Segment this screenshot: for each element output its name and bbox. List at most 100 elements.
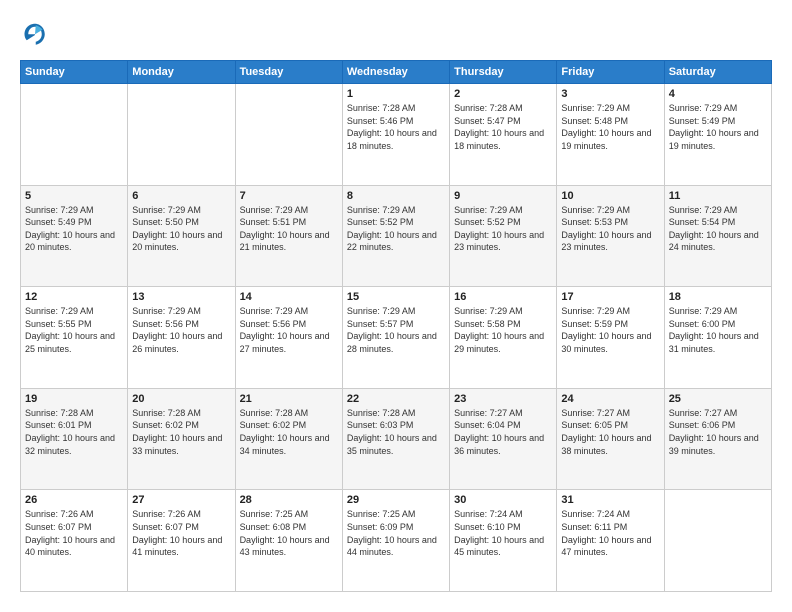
calendar-cell: 12 Sunrise: 7:29 AM Sunset: 5:55 PM Dayl… — [21, 287, 128, 389]
day-info: Sunrise: 7:25 AM Sunset: 6:09 PM Dayligh… — [347, 508, 445, 558]
day-info: Sunrise: 7:29 AM Sunset: 5:52 PM Dayligh… — [347, 204, 445, 254]
day-info: Sunrise: 7:29 AM Sunset: 5:52 PM Dayligh… — [454, 204, 552, 254]
week-row-1: 1 Sunrise: 7:28 AM Sunset: 5:46 PM Dayli… — [21, 84, 772, 186]
day-number: 15 — [347, 291, 445, 303]
day-info: Sunrise: 7:29 AM Sunset: 5:49 PM Dayligh… — [669, 102, 767, 152]
calendar-cell: 20 Sunrise: 7:28 AM Sunset: 6:02 PM Dayl… — [128, 388, 235, 490]
day-header-sunday: Sunday — [21, 61, 128, 84]
day-number: 18 — [669, 291, 767, 303]
day-number: 6 — [132, 190, 230, 202]
calendar-cell — [128, 84, 235, 186]
week-row-2: 5 Sunrise: 7:29 AM Sunset: 5:49 PM Dayli… — [21, 185, 772, 287]
day-info: Sunrise: 7:27 AM Sunset: 6:06 PM Dayligh… — [669, 407, 767, 457]
day-number: 29 — [347, 494, 445, 506]
day-header-tuesday: Tuesday — [235, 61, 342, 84]
calendar-cell: 28 Sunrise: 7:25 AM Sunset: 6:08 PM Dayl… — [235, 490, 342, 592]
day-info: Sunrise: 7:25 AM Sunset: 6:08 PM Dayligh… — [240, 508, 338, 558]
page: SundayMondayTuesdayWednesdayThursdayFrid… — [0, 0, 792, 612]
calendar-cell: 21 Sunrise: 7:28 AM Sunset: 6:02 PM Dayl… — [235, 388, 342, 490]
day-info: Sunrise: 7:28 AM Sunset: 6:01 PM Dayligh… — [25, 407, 123, 457]
day-info: Sunrise: 7:28 AM Sunset: 5:46 PM Dayligh… — [347, 102, 445, 152]
day-info: Sunrise: 7:29 AM Sunset: 5:53 PM Dayligh… — [561, 204, 659, 254]
calendar-cell: 4 Sunrise: 7:29 AM Sunset: 5:49 PM Dayli… — [664, 84, 771, 186]
calendar-cell: 25 Sunrise: 7:27 AM Sunset: 6:06 PM Dayl… — [664, 388, 771, 490]
day-number: 22 — [347, 393, 445, 405]
day-info: Sunrise: 7:29 AM Sunset: 5:55 PM Dayligh… — [25, 305, 123, 355]
day-info: Sunrise: 7:27 AM Sunset: 6:04 PM Dayligh… — [454, 407, 552, 457]
day-info: Sunrise: 7:27 AM Sunset: 6:05 PM Dayligh… — [561, 407, 659, 457]
day-info: Sunrise: 7:24 AM Sunset: 6:10 PM Dayligh… — [454, 508, 552, 558]
calendar-cell: 5 Sunrise: 7:29 AM Sunset: 5:49 PM Dayli… — [21, 185, 128, 287]
day-info: Sunrise: 7:26 AM Sunset: 6:07 PM Dayligh… — [25, 508, 123, 558]
day-info: Sunrise: 7:29 AM Sunset: 5:57 PM Dayligh… — [347, 305, 445, 355]
day-number: 4 — [669, 88, 767, 100]
week-row-3: 12 Sunrise: 7:29 AM Sunset: 5:55 PM Dayl… — [21, 287, 772, 389]
day-info: Sunrise: 7:28 AM Sunset: 5:47 PM Dayligh… — [454, 102, 552, 152]
day-info: Sunrise: 7:29 AM Sunset: 5:56 PM Dayligh… — [132, 305, 230, 355]
calendar-cell: 22 Sunrise: 7:28 AM Sunset: 6:03 PM Dayl… — [342, 388, 449, 490]
day-number: 7 — [240, 190, 338, 202]
day-header-friday: Friday — [557, 61, 664, 84]
day-number: 26 — [25, 494, 123, 506]
day-info: Sunrise: 7:29 AM Sunset: 6:00 PM Dayligh… — [669, 305, 767, 355]
day-number: 2 — [454, 88, 552, 100]
calendar-cell: 23 Sunrise: 7:27 AM Sunset: 6:04 PM Dayl… — [450, 388, 557, 490]
day-info: Sunrise: 7:24 AM Sunset: 6:11 PM Dayligh… — [561, 508, 659, 558]
calendar-cell: 14 Sunrise: 7:29 AM Sunset: 5:56 PM Dayl… — [235, 287, 342, 389]
day-info: Sunrise: 7:28 AM Sunset: 6:02 PM Dayligh… — [132, 407, 230, 457]
day-number: 5 — [25, 190, 123, 202]
calendar-cell: 15 Sunrise: 7:29 AM Sunset: 5:57 PM Dayl… — [342, 287, 449, 389]
day-number: 3 — [561, 88, 659, 100]
day-number: 28 — [240, 494, 338, 506]
day-info: Sunrise: 7:29 AM Sunset: 5:56 PM Dayligh… — [240, 305, 338, 355]
calendar-cell: 18 Sunrise: 7:29 AM Sunset: 6:00 PM Dayl… — [664, 287, 771, 389]
week-row-4: 19 Sunrise: 7:28 AM Sunset: 6:01 PM Dayl… — [21, 388, 772, 490]
day-number: 20 — [132, 393, 230, 405]
day-number: 17 — [561, 291, 659, 303]
calendar-cell: 16 Sunrise: 7:29 AM Sunset: 5:58 PM Dayl… — [450, 287, 557, 389]
day-info: Sunrise: 7:29 AM Sunset: 5:59 PM Dayligh… — [561, 305, 659, 355]
calendar-table: SundayMondayTuesdayWednesdayThursdayFrid… — [20, 60, 772, 592]
day-number: 12 — [25, 291, 123, 303]
day-header-saturday: Saturday — [664, 61, 771, 84]
day-number: 1 — [347, 88, 445, 100]
day-number: 9 — [454, 190, 552, 202]
day-number: 11 — [669, 190, 767, 202]
day-info: Sunrise: 7:29 AM Sunset: 5:50 PM Dayligh… — [132, 204, 230, 254]
calendar-header-row: SundayMondayTuesdayWednesdayThursdayFrid… — [21, 61, 772, 84]
calendar-cell: 3 Sunrise: 7:29 AM Sunset: 5:48 PM Dayli… — [557, 84, 664, 186]
calendar-cell — [235, 84, 342, 186]
day-info: Sunrise: 7:29 AM Sunset: 5:48 PM Dayligh… — [561, 102, 659, 152]
calendar-cell: 30 Sunrise: 7:24 AM Sunset: 6:10 PM Dayl… — [450, 490, 557, 592]
calendar-cell: 11 Sunrise: 7:29 AM Sunset: 5:54 PM Dayl… — [664, 185, 771, 287]
calendar-cell: 9 Sunrise: 7:29 AM Sunset: 5:52 PM Dayli… — [450, 185, 557, 287]
logo — [20, 20, 54, 50]
day-info: Sunrise: 7:29 AM Sunset: 5:58 PM Dayligh… — [454, 305, 552, 355]
day-info: Sunrise: 7:28 AM Sunset: 6:03 PM Dayligh… — [347, 407, 445, 457]
day-number: 31 — [561, 494, 659, 506]
calendar-cell: 10 Sunrise: 7:29 AM Sunset: 5:53 PM Dayl… — [557, 185, 664, 287]
day-info: Sunrise: 7:28 AM Sunset: 6:02 PM Dayligh… — [240, 407, 338, 457]
day-number: 8 — [347, 190, 445, 202]
day-header-wednesday: Wednesday — [342, 61, 449, 84]
day-number: 21 — [240, 393, 338, 405]
calendar-cell: 7 Sunrise: 7:29 AM Sunset: 5:51 PM Dayli… — [235, 185, 342, 287]
calendar-cell — [21, 84, 128, 186]
calendar-cell: 8 Sunrise: 7:29 AM Sunset: 5:52 PM Dayli… — [342, 185, 449, 287]
calendar-cell: 27 Sunrise: 7:26 AM Sunset: 6:07 PM Dayl… — [128, 490, 235, 592]
calendar-cell: 24 Sunrise: 7:27 AM Sunset: 6:05 PM Dayl… — [557, 388, 664, 490]
day-header-thursday: Thursday — [450, 61, 557, 84]
calendar-cell: 19 Sunrise: 7:28 AM Sunset: 6:01 PM Dayl… — [21, 388, 128, 490]
day-number: 27 — [132, 494, 230, 506]
day-number: 24 — [561, 393, 659, 405]
day-number: 25 — [669, 393, 767, 405]
day-info: Sunrise: 7:29 AM Sunset: 5:49 PM Dayligh… — [25, 204, 123, 254]
day-info: Sunrise: 7:29 AM Sunset: 5:51 PM Dayligh… — [240, 204, 338, 254]
day-number: 10 — [561, 190, 659, 202]
calendar-cell: 17 Sunrise: 7:29 AM Sunset: 5:59 PM Dayl… — [557, 287, 664, 389]
calendar-cell: 31 Sunrise: 7:24 AM Sunset: 6:11 PM Dayl… — [557, 490, 664, 592]
calendar-cell: 26 Sunrise: 7:26 AM Sunset: 6:07 PM Dayl… — [21, 490, 128, 592]
calendar-cell: 13 Sunrise: 7:29 AM Sunset: 5:56 PM Dayl… — [128, 287, 235, 389]
day-number: 13 — [132, 291, 230, 303]
day-info: Sunrise: 7:29 AM Sunset: 5:54 PM Dayligh… — [669, 204, 767, 254]
